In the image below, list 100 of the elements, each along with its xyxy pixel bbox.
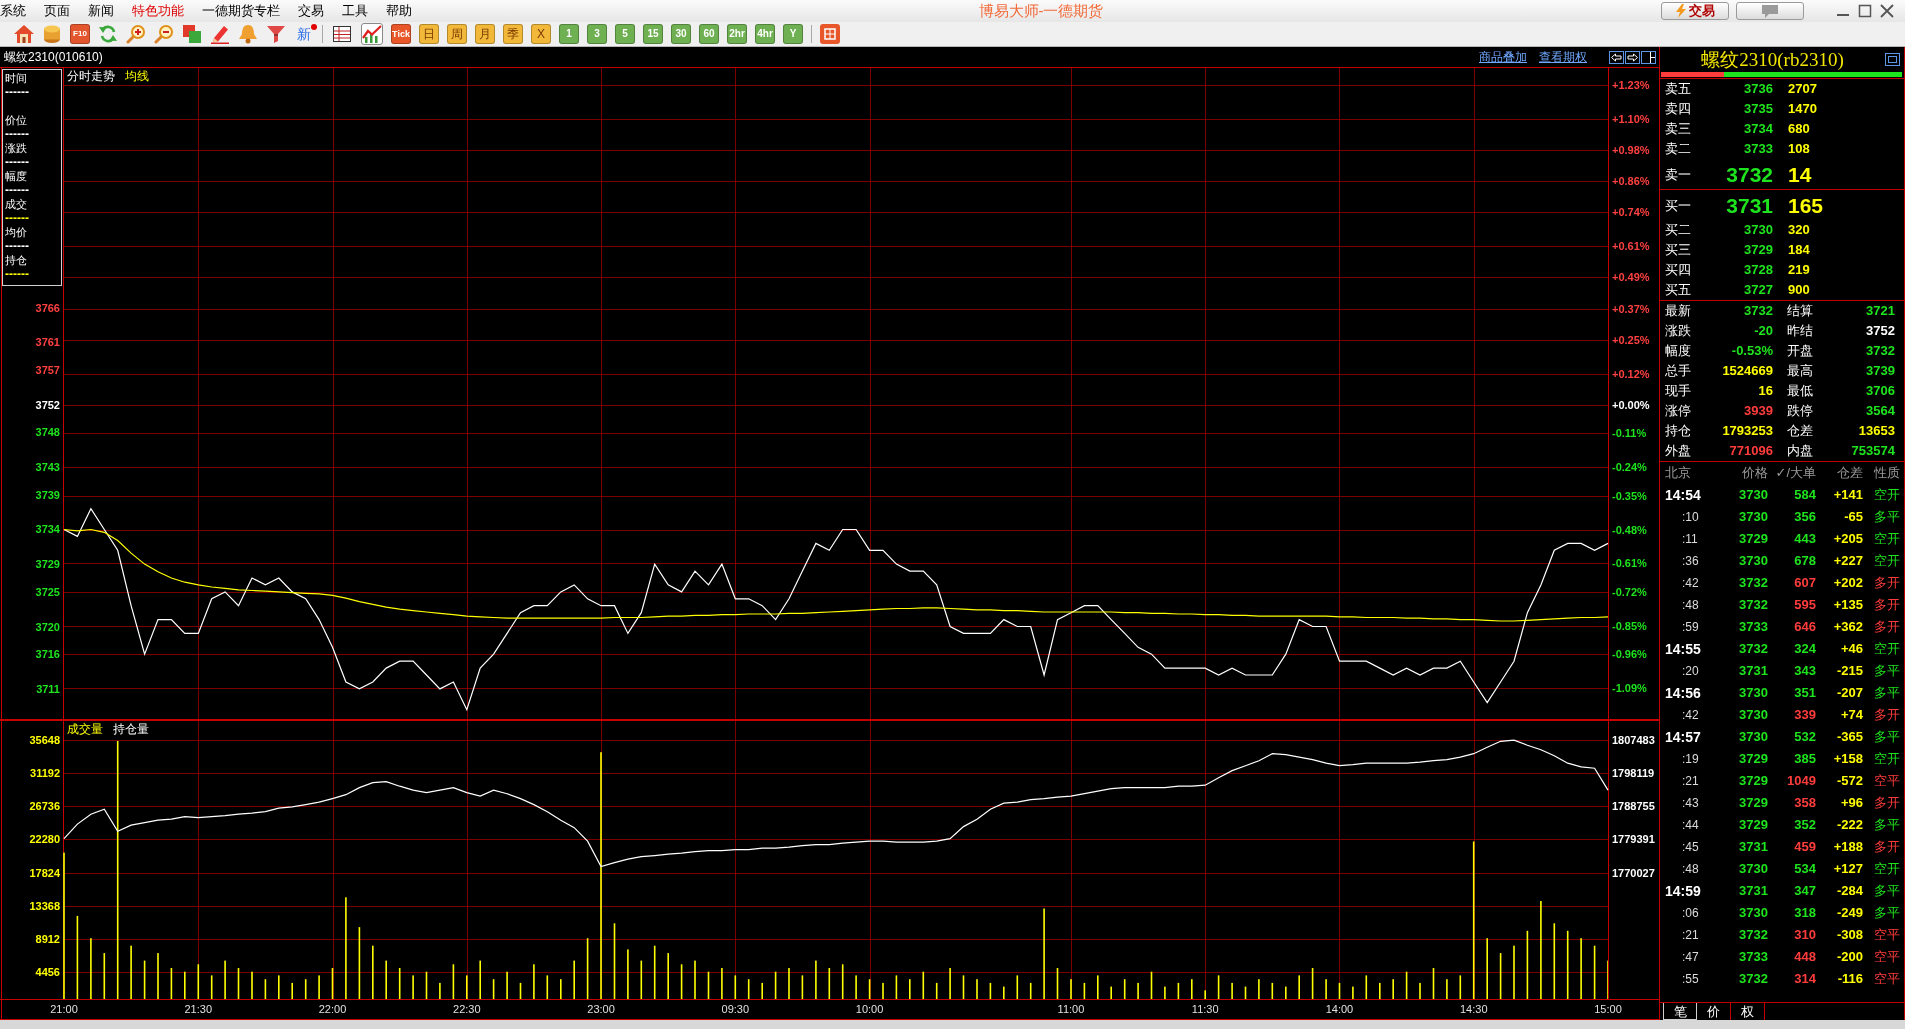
trade-volume: 318 bbox=[1793, 904, 1816, 923]
order-label: 卖二 bbox=[1665, 140, 1692, 159]
trade-type: 多平 bbox=[1873, 816, 1900, 835]
axis-label: +0.37% bbox=[1612, 302, 1650, 315]
axis-label: +0.98% bbox=[1612, 143, 1650, 156]
trade-oi-change: -284 bbox=[1835, 882, 1863, 901]
order-price: 3733 bbox=[1743, 140, 1773, 159]
trade-type: 空平 bbox=[1873, 772, 1900, 791]
stat-label: 现手 bbox=[1665, 382, 1692, 401]
axis-label: -0.85% bbox=[1612, 619, 1647, 632]
trade-oi-change: -65 bbox=[1843, 508, 1863, 527]
axis-label: -0.11% bbox=[1612, 427, 1647, 440]
order-price: 3732 bbox=[1725, 162, 1773, 188]
trade-oi-change: -249 bbox=[1835, 904, 1863, 923]
axis-label: +0.00% bbox=[1612, 398, 1650, 411]
trade-volume: 358 bbox=[1793, 794, 1816, 813]
trade-price: 3730 bbox=[1738, 684, 1768, 703]
trade-price: 3731 bbox=[1738, 662, 1768, 681]
axis-label: -0.72% bbox=[1612, 585, 1647, 598]
axis-label: 8912 bbox=[35, 932, 60, 945]
trade-time: :06 bbox=[1681, 905, 1700, 922]
trade-oi-change: -308 bbox=[1835, 926, 1863, 945]
order-price: 3730 bbox=[1743, 221, 1773, 240]
trade-type: 空开 bbox=[1873, 530, 1900, 549]
trade-volume: 1049 bbox=[1786, 772, 1816, 791]
stat-value: 16 bbox=[1757, 382, 1773, 401]
axis-label: 3743 bbox=[35, 461, 60, 474]
axis-label: 09:30 bbox=[721, 1003, 750, 1015]
trade-price: 3733 bbox=[1738, 618, 1768, 637]
axis-label: 26736 bbox=[29, 800, 60, 813]
axis-label: 21:00 bbox=[50, 1003, 78, 1015]
trade-oi-change: +96 bbox=[1839, 794, 1863, 813]
axis-label: -0.35% bbox=[1612, 489, 1647, 502]
trade-oi-change: -222 bbox=[1835, 816, 1863, 835]
order-label: 卖一 bbox=[1665, 166, 1692, 184]
trade-time: 14:54 bbox=[1665, 485, 1702, 505]
info-value: ------ bbox=[5, 155, 30, 169]
axis-label: 22:30 bbox=[453, 1003, 481, 1015]
trade-time: :48 bbox=[1681, 597, 1700, 614]
column-header: 价格 bbox=[1741, 464, 1768, 483]
order-volume: 680 bbox=[1787, 120, 1811, 139]
info-value: ------ bbox=[5, 127, 30, 141]
order-volume: 108 bbox=[1787, 140, 1811, 159]
order-label: 买二 bbox=[1665, 221, 1692, 240]
trade-price: 3729 bbox=[1738, 530, 1768, 549]
trade-type: 空平 bbox=[1873, 970, 1900, 989]
stat-value: 3739 bbox=[1865, 362, 1895, 381]
order-label: 卖四 bbox=[1665, 100, 1692, 119]
trade-time: :44 bbox=[1681, 817, 1700, 834]
axis-label: 3757 bbox=[35, 364, 60, 377]
info-value: ------ bbox=[5, 239, 30, 253]
trade-volume: 385 bbox=[1793, 750, 1816, 769]
trade-volume: 534 bbox=[1793, 860, 1816, 879]
trade-type: 多开 bbox=[1873, 618, 1900, 637]
axis-label: -0.48% bbox=[1612, 523, 1647, 536]
info-label: 均价 bbox=[5, 225, 28, 239]
trade-volume: 351 bbox=[1793, 684, 1816, 703]
trade-volume: 448 bbox=[1793, 948, 1816, 967]
trade-price: 3730 bbox=[1738, 728, 1768, 747]
trade-price: 3729 bbox=[1738, 816, 1768, 835]
trade-oi-change: -200 bbox=[1835, 948, 1863, 967]
instrument-title: 螺纹2310(rb2310) bbox=[1700, 48, 1845, 72]
axis-label: -1.09% bbox=[1612, 682, 1647, 695]
legend-label: 成交量 bbox=[67, 722, 103, 736]
trade-price: 3729 bbox=[1738, 772, 1768, 791]
info-value: ------ bbox=[5, 267, 30, 281]
trade-price: 3730 bbox=[1738, 508, 1768, 527]
trade-price: 3732 bbox=[1738, 926, 1768, 945]
info-value: ------ bbox=[5, 183, 30, 197]
trade-oi-change: +158 bbox=[1832, 750, 1863, 769]
trade-oi-change: +141 bbox=[1832, 486, 1863, 505]
stat-label: 内盘 bbox=[1786, 442, 1814, 461]
order-volume: 14 bbox=[1787, 162, 1813, 188]
order-label: 买三 bbox=[1665, 241, 1692, 260]
trade-time: :59 bbox=[1681, 619, 1700, 636]
info-label: 涨跌 bbox=[5, 141, 28, 155]
trade-time: 14:55 bbox=[1665, 639, 1702, 659]
trade-volume: 310 bbox=[1793, 926, 1816, 945]
trade-price: 3730 bbox=[1738, 552, 1768, 571]
info-label: 成交 bbox=[5, 197, 28, 211]
trade-type: 空开 bbox=[1873, 750, 1900, 769]
trade-price: 3732 bbox=[1738, 596, 1768, 615]
trade-type: 多开 bbox=[1873, 794, 1900, 813]
trade-time: 14:59 bbox=[1665, 881, 1702, 901]
trade-price: 3730 bbox=[1738, 706, 1768, 725]
trade-volume: 352 bbox=[1793, 816, 1816, 835]
stat-value: 3732 bbox=[1865, 342, 1895, 361]
trade-volume: 356 bbox=[1793, 508, 1816, 527]
trade-oi-change: -116 bbox=[1836, 970, 1863, 989]
trade-type: 空平 bbox=[1873, 926, 1900, 945]
trade-volume: 678 bbox=[1793, 552, 1816, 571]
trade-oi-change: +74 bbox=[1839, 706, 1863, 725]
axis-label: 14:00 bbox=[1325, 1003, 1354, 1015]
order-volume: 900 bbox=[1787, 281, 1811, 300]
axis-label: 14:30 bbox=[1459, 1003, 1488, 1015]
axis-label: +0.86% bbox=[1612, 175, 1650, 188]
trade-volume: 314 bbox=[1793, 970, 1816, 989]
trade-volume: 324 bbox=[1793, 640, 1816, 659]
axis-label: 10:00 bbox=[855, 1003, 884, 1015]
trade-type: 多平 bbox=[1873, 662, 1900, 681]
